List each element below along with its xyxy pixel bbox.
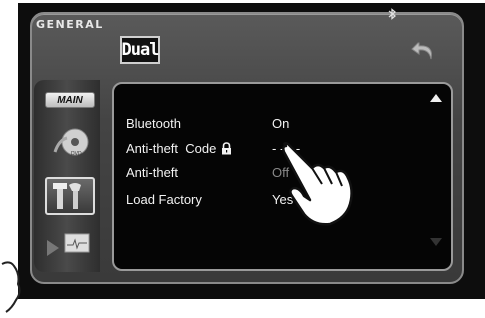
row-value: On: [272, 116, 290, 131]
sidebar-item-dvd[interactable]: DVD: [45, 122, 95, 162]
scroll-down-arrow[interactable]: [430, 238, 442, 246]
sidebar-item-monitor[interactable]: [45, 226, 95, 262]
monitor-icon: [47, 233, 90, 256]
row-label: Anti-theft Code: [126, 140, 233, 158]
row-value: Yes: [272, 192, 294, 207]
back-arrow-icon: [411, 42, 432, 60]
main-tab[interactable]: MAIN: [45, 92, 95, 108]
row-label: Load Factory: [126, 192, 202, 207]
back-button[interactable]: [410, 37, 440, 65]
row-value: Off: [272, 165, 290, 180]
scroll-up-arrow[interactable]: [430, 94, 442, 102]
row-value: - - - -: [272, 141, 301, 156]
sidebar-item-settings[interactable]: [45, 177, 95, 215]
lock-icon: [222, 142, 232, 155]
svg-text:DVD: DVD: [71, 151, 82, 157]
row-label: Bluetooth: [126, 116, 181, 131]
settings-tools-icon: [53, 183, 81, 209]
row-label: Anti-theft: [126, 165, 179, 180]
brand-label: GENERAL: [36, 18, 104, 31]
brand-logo: Dual: [120, 36, 160, 64]
bluetooth-icon: [387, 8, 397, 20]
dvd-disc-icon: DVD: [53, 128, 89, 157]
hand-outline-left: [1, 261, 21, 313]
